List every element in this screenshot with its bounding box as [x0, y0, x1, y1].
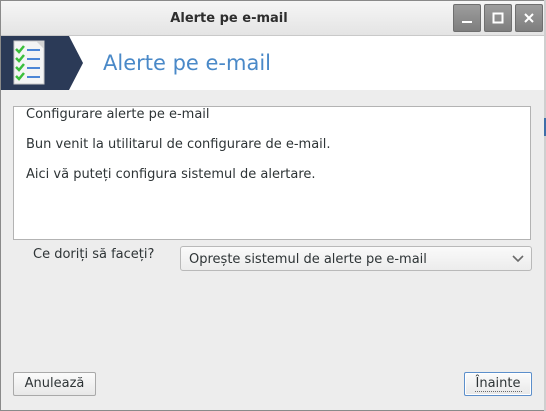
info-text: Aici vă puteți configura sistemul de ale…: [26, 167, 316, 182]
maximize-icon: [492, 12, 504, 24]
welcome-text: Bun venit la utilitarul de configurare d…: [26, 137, 331, 152]
action-select-value: Oprește sistemul de alerte pe e-mail: [189, 252, 427, 267]
minimize-button[interactable]: [453, 4, 481, 32]
minimize-icon: [462, 21, 472, 23]
cancel-button[interactable]: Anulează: [13, 372, 96, 396]
info-text-area: Configurare alerte pe e-mail Bun venit l…: [13, 106, 531, 240]
info-heading: Configurare alerte pe e-mail: [26, 107, 210, 122]
action-select[interactable]: Oprește sistemul de alerte pe e-mail: [180, 246, 532, 271]
next-button[interactable]: Înainte: [464, 372, 532, 396]
header-banner: Alerte pe e-mail: [1, 36, 545, 90]
close-button[interactable]: [515, 4, 543, 32]
maximize-button[interactable]: [484, 4, 512, 32]
close-icon: [524, 13, 534, 23]
next-button-label: Înainte: [474, 376, 522, 392]
window-title: Alerte pe e-mail: [170, 11, 288, 26]
checklist-document-icon: [1, 36, 83, 90]
dialog-window: Alerte pe e-mail Alerte pe e-mail Config…: [0, 0, 546, 411]
banner-title: Alerte pe e-mail: [103, 51, 271, 75]
action-label: Ce doriți să faceți?: [33, 247, 155, 262]
chevron-down-icon: [512, 255, 524, 263]
titlebar[interactable]: Alerte pe e-mail: [1, 1, 545, 36]
